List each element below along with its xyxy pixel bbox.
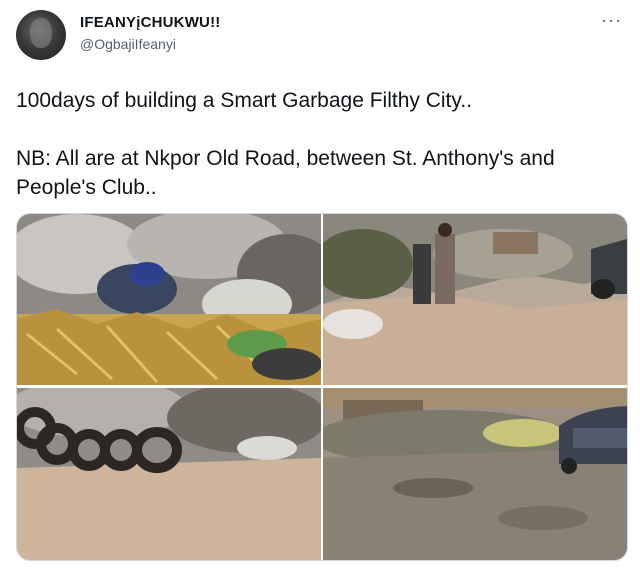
tweet-text: 100days of building a Smart Garbage Filt… — [16, 86, 626, 202]
photo-1[interactable] — [17, 214, 321, 385]
photo-3[interactable] — [17, 388, 321, 560]
display-name[interactable]: IFEANYįCHUKWU!! — [80, 14, 220, 31]
avatar[interactable] — [16, 10, 66, 60]
tweet-line-1: 100days of building a Smart Garbage Filt… — [16, 89, 473, 112]
photo-4[interactable] — [323, 388, 627, 560]
more-dots-icon[interactable]: ··· — [601, 10, 622, 31]
photo-2[interactable] — [323, 214, 627, 385]
user-handle[interactable]: @OgbajiIfeanyi — [80, 36, 176, 52]
photo-grid — [16, 213, 628, 561]
tweet-line-2: NB: All are at Nkpor Old Road, between S… — [16, 147, 555, 199]
